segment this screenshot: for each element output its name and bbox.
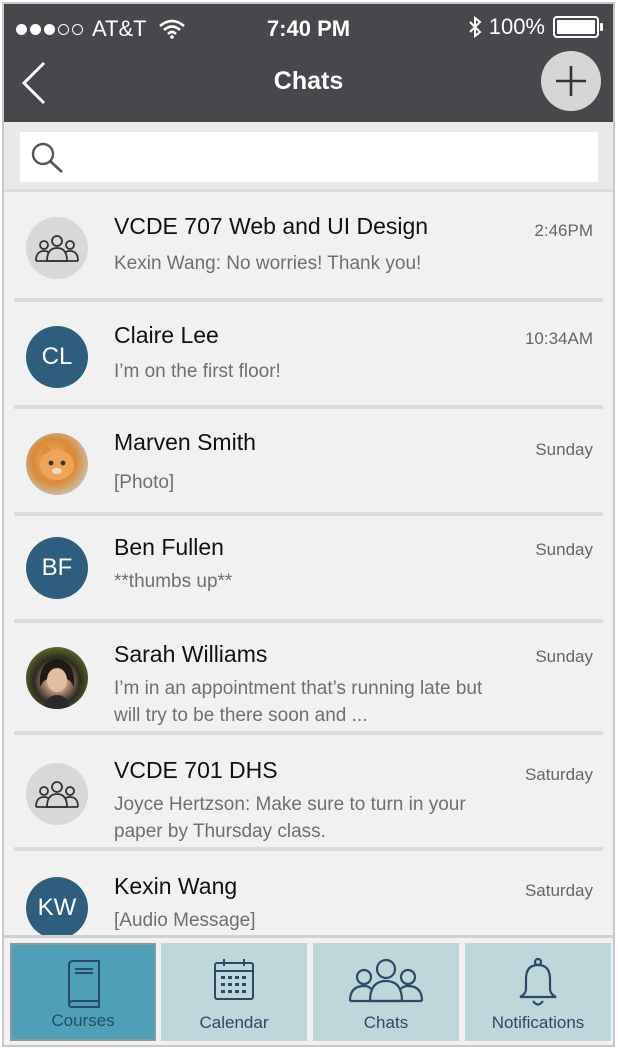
chat-preview: Joyce Hertzson: Make sure to turn in you… — [114, 794, 466, 842]
chat-preview: [Photo] — [114, 472, 175, 493]
tab-bar: Courses Calendar Chats Notifications — [4, 935, 613, 1045]
tab-notifications[interactable]: Notifications — [465, 943, 611, 1041]
chat-preview: [Audio Message] — [114, 910, 256, 931]
cat-photo-icon — [40, 443, 74, 480]
chat-name: Sarah Williams — [114, 641, 268, 667]
cat-photo-avatar — [26, 433, 88, 495]
chat-time: Saturday — [524, 765, 593, 784]
battery-percent: 100% — [488, 14, 545, 39]
tab-label: Chats — [363, 1013, 409, 1032]
chat-row[interactable]: Sarah Williams I’m in an appointment tha… — [14, 623, 603, 735]
chat-preview: I’m on the first floor! — [114, 361, 281, 382]
chat-time: 10:34AM — [524, 329, 593, 348]
chat-time: Sunday — [535, 540, 593, 559]
search-input[interactable] — [76, 132, 586, 182]
group-icon — [35, 781, 79, 808]
chat-name: VCDE 701 DHS — [114, 757, 278, 783]
woman-photo-avatar — [26, 647, 88, 709]
status-right: 100% — [467, 14, 603, 40]
bluetooth-icon — [469, 15, 482, 39]
chat-name: Kexin Wang — [114, 873, 238, 899]
chat-row[interactable]: VCDE 701 DHS Joyce Hertzson: Make sure t… — [14, 735, 603, 851]
bell-icon — [519, 957, 557, 1006]
battery-icon — [553, 16, 603, 38]
chat-preview: I’m in an appointment that’s running lat… — [114, 678, 483, 726]
chat-time: 2:46PM — [534, 221, 593, 240]
chat-time: Sunday — [535, 647, 593, 666]
add-chat-button[interactable] — [541, 51, 601, 111]
tab-calendar[interactable]: Calendar — [161, 943, 307, 1041]
people-icon — [348, 958, 424, 1003]
chat-preview: **thumbs up** — [114, 571, 233, 592]
chat-preview: Kexin Wang: No worries! Thank you! — [114, 253, 422, 274]
chat-list: VCDE 707 Web and UI Design Kexin Wang: N… — [4, 195, 613, 935]
chat-row[interactable]: Marven Smith [Photo] Sunday — [14, 409, 603, 516]
phone-screen: AT&T 7:40 PM 100% Chats VCDE 707 Web and… — [2, 2, 615, 1047]
group-avatar — [26, 763, 88, 825]
search-box[interactable] — [20, 132, 598, 182]
chat-name: Ben Fullen — [114, 534, 224, 560]
chat-name: Claire Lee — [114, 322, 219, 348]
chat-row[interactable]: CL Claire Lee I’m on the first floor! 10… — [14, 302, 603, 409]
chat-row[interactable]: VCDE 707 Web and UI Design Kexin Wang: N… — [14, 195, 603, 302]
avatar: BF — [26, 537, 88, 599]
avatar: KW — [26, 877, 88, 935]
page-title: Chats — [273, 67, 344, 95]
tab-label: Notifications — [491, 1013, 585, 1032]
tab-chats[interactable]: Chats — [313, 943, 459, 1041]
search-icon — [31, 142, 63, 173]
status-bar: AT&T 7:40 PM 100% — [4, 4, 613, 52]
chat-name: Marven Smith — [114, 429, 256, 455]
tab-label: Calendar — [199, 1013, 269, 1032]
tab-label: Courses — [51, 1011, 115, 1030]
search-area — [4, 122, 613, 192]
chat-time: Sunday — [535, 440, 593, 459]
chat-name: VCDE 707 Web and UI Design — [114, 213, 429, 239]
tab-courses[interactable]: Courses — [10, 943, 156, 1041]
avatar: CL — [26, 326, 88, 388]
group-avatar — [26, 217, 88, 279]
top-bar: AT&T 7:40 PM 100% Chats — [4, 4, 613, 122]
chat-row[interactable]: KW Kexin Wang [Audio Message] Saturday — [14, 851, 603, 935]
group-icon — [35, 235, 79, 262]
chat-row[interactable]: BF Ben Fullen **thumbs up** Sunday — [14, 516, 603, 623]
chat-time: Saturday — [524, 881, 593, 900]
book-icon — [68, 960, 100, 1008]
woman-photo-icon — [39, 659, 75, 709]
plus-icon — [556, 66, 586, 96]
calendar-icon — [214, 959, 254, 1000]
